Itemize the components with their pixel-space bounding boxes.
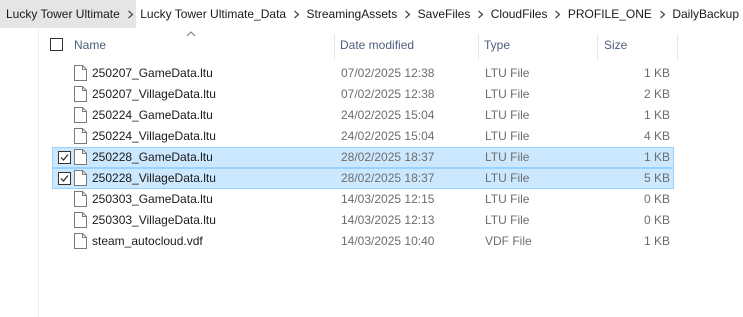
file-date-modified: 14/03/2025 12:13: [341, 213, 435, 227]
file-date-modified: 07/02/2025 12:38: [341, 66, 435, 80]
checkbox-icon[interactable]: [58, 151, 71, 164]
column-header-size[interactable]: Size: [604, 30, 627, 60]
file-row[interactable]: 250207_GameData.ltu 07/02/2025 12:38 LTU F…: [52, 63, 674, 84]
file-row[interactable]: 250224_GameData.ltu 24/02/2025 15:04 LTU F…: [52, 105, 674, 126]
file-row[interactable]: 250228_VillageData.ltu 28/02/2025 18:37 LT…: [52, 168, 674, 189]
breadcrumb-item[interactable]: CloudFiles: [487, 0, 552, 28]
column-divider[interactable]: [334, 34, 335, 60]
file-row[interactable]: 250303_VillageData.ltu 14/03/2025 12:13 LT…: [52, 210, 674, 231]
file-name: 250303_GameData.ltu: [92, 192, 213, 206]
file-row[interactable]: 250224_VillageData.ltu 24/02/2025 15:04 LT…: [52, 126, 674, 147]
file-size: 1 KB: [643, 150, 670, 164]
breadcrumb-item[interactable]: Lucky Tower Ultimate_Data: [136, 0, 290, 28]
file-date-modified: 24/02/2025 15:04: [341, 108, 435, 122]
column-header-date-modified[interactable]: Date modified: [340, 30, 414, 60]
file-name: 250228_GameData.ltu: [92, 150, 213, 164]
file-type: LTU File: [485, 213, 530, 227]
file-size: 5 KB: [643, 171, 670, 185]
file-icon: [74, 170, 87, 186]
file-type: LTU File: [485, 171, 530, 185]
file-size: 4 KB: [643, 129, 670, 143]
breadcrumb-item[interactable]: DailyBackup: [668, 0, 743, 28]
breadcrumb-item[interactable]: Lucky Tower Ultimate: [0, 0, 124, 28]
file-size: 1 KB: [643, 108, 670, 122]
file-date-modified: 07/02/2025 12:38: [341, 87, 435, 101]
file-type: LTU File: [485, 192, 530, 206]
file-name: 250207_VillageData.ltu: [92, 87, 216, 101]
file-date-modified: 28/02/2025 18:37: [341, 150, 435, 164]
file-icon: [74, 149, 87, 165]
chevron-right-icon[interactable]: [656, 0, 668, 28]
file-row[interactable]: steam_autocloud.vdf 14/03/2025 10:40 VDF F…: [52, 231, 674, 252]
chevron-right-icon[interactable]: [551, 0, 563, 28]
file-list: 250207_GameData.ltu 07/02/2025 12:38 LTU F…: [52, 63, 674, 252]
breadcrumb: Lucky Tower Ultimate Lucky Tower Ultimate…: [0, 0, 743, 28]
file-type: LTU File: [485, 150, 530, 164]
file-row[interactable]: 250303_GameData.ltu 14/03/2025 12:15 LTU F…: [52, 189, 674, 210]
file-name: 250207_GameData.ltu: [92, 66, 213, 80]
breadcrumb-item[interactable]: StreamingAssets: [303, 0, 402, 28]
file-name: 250224_VillageData.ltu: [92, 129, 216, 143]
file-icon: [74, 233, 87, 249]
file-icon: [74, 212, 87, 228]
file-row[interactable]: 250207_VillageData.ltu 07/02/2025 12:38 LT…: [52, 84, 674, 105]
checkbox-icon[interactable]: [58, 172, 71, 185]
navigation-pane-divider: [38, 28, 39, 317]
file-date-modified: 24/02/2025 15:04: [341, 129, 435, 143]
file-size: 1 KB: [643, 234, 670, 248]
chevron-right-icon[interactable]: [474, 0, 486, 28]
breadcrumb-item[interactable]: PROFILE_ONE: [564, 0, 656, 28]
file-icon: [74, 128, 87, 144]
file-date-modified: 14/03/2025 10:40: [341, 234, 435, 248]
file-size: 1 KB: [643, 66, 670, 80]
column-divider[interactable]: [677, 34, 678, 60]
file-name: 250224_GameData.ltu: [92, 108, 213, 122]
file-date-modified: 14/03/2025 12:15: [341, 192, 435, 206]
chevron-right-icon[interactable]: [401, 0, 413, 28]
chevron-right-icon[interactable]: [290, 0, 302, 28]
column-header: Name Date modified Type Size: [38, 30, 678, 60]
file-row[interactable]: 250228_GameData.ltu 28/02/2025 18:37 LTU F…: [52, 147, 674, 168]
breadcrumb-item[interactable]: SaveFiles: [414, 0, 475, 28]
file-type: LTU File: [485, 66, 530, 80]
file-type: LTU File: [485, 87, 530, 101]
chevron-right-icon[interactable]: [123, 0, 137, 28]
column-header-name[interactable]: Name: [74, 30, 369, 60]
file-name: 250228_VillageData.ltu: [92, 171, 216, 185]
file-size: 0 KB: [643, 213, 670, 227]
sort-up-icon: [186, 31, 196, 37]
file-icon: [74, 86, 87, 102]
file-icon: [74, 65, 87, 81]
file-icon: [74, 107, 87, 123]
file-name: steam_autocloud.vdf: [92, 234, 203, 248]
file-name: 250303_VillageData.ltu: [92, 213, 216, 227]
column-header-type[interactable]: Type: [484, 30, 510, 60]
file-size: 0 KB: [643, 192, 670, 206]
select-all-checkbox[interactable]: [50, 38, 63, 51]
file-date-modified: 28/02/2025 18:37: [341, 171, 435, 185]
column-divider[interactable]: [597, 34, 598, 60]
file-type: LTU File: [485, 129, 530, 143]
file-type: VDF File: [485, 234, 532, 248]
column-divider[interactable]: [478, 34, 479, 60]
file-size: 2 KB: [643, 87, 670, 101]
file-icon: [74, 191, 87, 207]
file-type: LTU File: [485, 108, 530, 122]
